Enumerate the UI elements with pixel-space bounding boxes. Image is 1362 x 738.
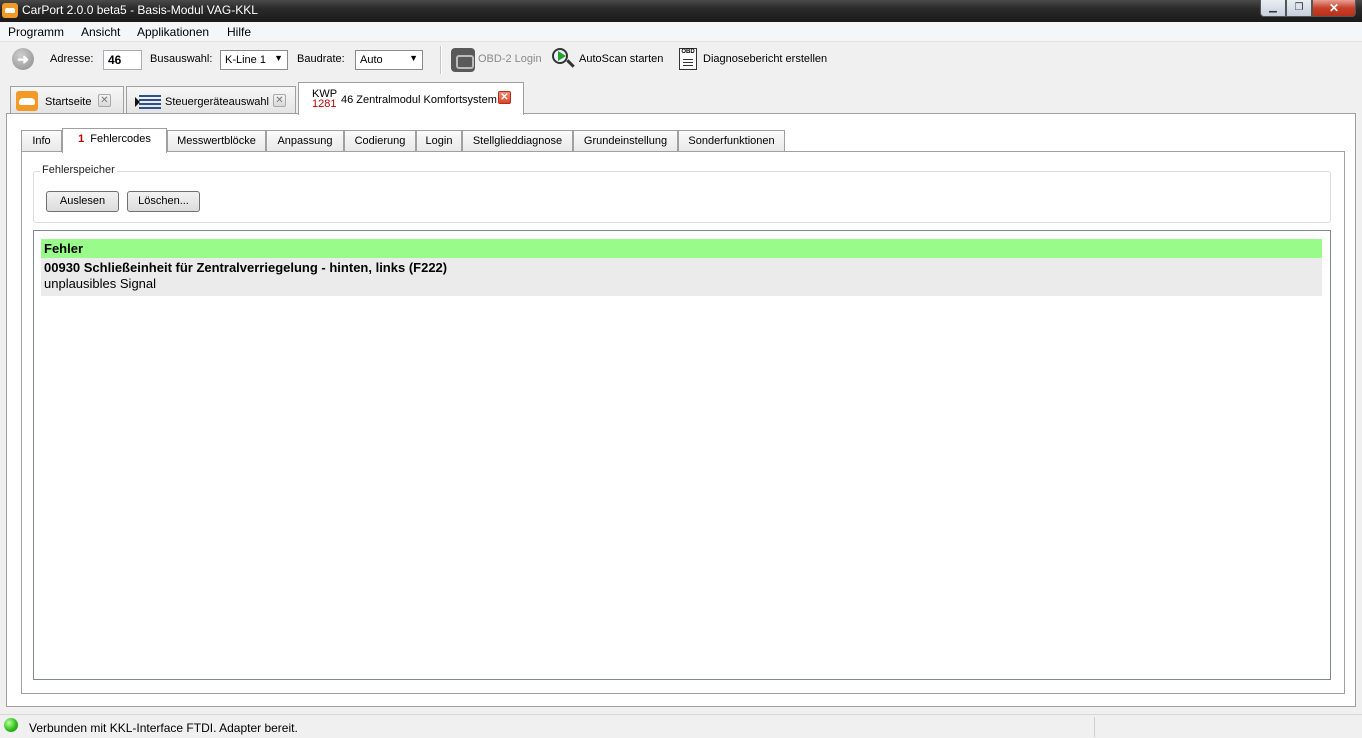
clear-faults-button[interactable]: Löschen... [127,191,200,212]
tab-zentralmodul[interactable]: KWP 1281 46 Zentralmodul Komfortsystem ✕ [298,82,524,115]
menu-applikationen[interactable]: Applikationen [137,25,209,39]
list-item[interactable]: 00930 Schließeinheit für Zentralverriege… [41,258,1322,296]
minimize-button[interactable]: ▁ [1260,0,1286,17]
window-title: CarPort 2.0.0 beta5 - Basis-Modul VAG-KK… [22,3,258,17]
tab-anpassung[interactable]: Anpassung [266,130,344,152]
autoscan-button[interactable]: AutoScan starten [579,53,663,65]
module-tab-strip: Startseite ✕ Steuergeräteauswahl ✕ KWP 1… [0,79,1362,115]
obd-login-button[interactable]: OBD-2 Login [478,53,542,65]
tab-info[interactable]: Info [21,130,62,152]
title-bar: CarPort 2.0.0 beta5 - Basis-Modul VAG-KK… [0,0,1362,22]
diagnosis-report-button[interactable]: Diagnosebericht erstellen [703,53,827,65]
results-header: Fehler [41,239,1322,258]
menu-programm[interactable]: Programm [8,25,64,39]
bus-label: Busauswahl: [150,53,213,65]
tab-stellglieddiagnose[interactable]: Stellglieddiagnose [462,130,573,152]
tab-codierung[interactable]: Codierung [344,130,416,152]
close-window-button[interactable]: ✕ [1312,0,1356,17]
tab-startseite[interactable]: Startseite ✕ [10,86,124,114]
menu-ansicht[interactable]: Ansicht [81,25,120,39]
close-tab-icon[interactable]: ✕ [498,91,511,104]
baud-label: Baudrate: [297,53,345,65]
fault-results-list: Fehler 00930 Schließeinheit für Zentralv… [33,230,1331,680]
autoscan-magnifier-icon [552,48,576,70]
toolbar: ➜ Adresse: 46 Busauswahl: K-Line 1 ▼ Bau… [0,43,1362,79]
tab-fehlercodes[interactable]: 1 Fehlercodes [62,128,167,153]
protocol-number: 1281 [312,98,337,110]
connect-arrow-icon[interactable]: ➜ [12,48,34,70]
report-document-icon: OBD [679,48,697,70]
tab-fehlercodes-label: Fehlercodes [90,133,151,145]
menu-hilfe[interactable]: Hilfe [227,25,251,39]
tab-steuergeraeteauswahl-label: Steuergeräteauswahl [165,96,269,108]
chevron-down-icon: ▼ [409,53,418,63]
close-tab-icon[interactable]: ✕ [98,94,111,107]
carport-app-icon [2,3,18,18]
address-input[interactable]: 46 [103,50,142,70]
fault-detail-text: unplausibles Signal [44,276,157,291]
fault-count-badge: 1 [78,133,85,145]
bus-select-value: K-Line 1 [225,54,266,66]
tab-sonderfunktionen[interactable]: Sonderfunktionen [678,130,785,152]
fault-memory-group: Fehlerspeicher Auslesen Löschen... [33,164,1331,223]
address-label: Adresse: [50,53,94,65]
connection-status-icon [4,718,18,732]
tab-messwertbloecke[interactable]: Messwertblöcke [167,130,266,152]
close-tab-icon[interactable]: ✕ [273,94,286,107]
maximize-button[interactable]: ❐ [1286,0,1312,17]
engine-icon [451,48,475,72]
tab-startseite-label: Startseite [45,96,92,108]
chevron-down-icon: ▼ [274,53,283,63]
bus-select[interactable]: K-Line 1 ▼ [220,50,288,70]
list-icon [135,95,161,109]
baud-select-value: Auto [360,54,383,66]
car-icon [16,91,38,111]
tab-steuergeraeteauswahl[interactable]: Steuergeräteauswahl ✕ [126,86,296,114]
module-panel: Info 1 Fehlercodes Messwertblöcke Anpassu… [6,113,1356,707]
status-bar: Verbunden mit KKL-Interface FTDI. Adapte… [0,714,1362,738]
status-text: Verbunden mit KKL-Interface FTDI. Adapte… [29,721,298,735]
tab-grundeinstellung[interactable]: Grundeinstellung [573,130,678,152]
baud-select[interactable]: Auto ▼ [355,50,423,70]
toolbar-separator [440,46,442,74]
read-faults-button[interactable]: Auslesen [46,191,119,212]
tab-zentralmodul-label: 46 Zentralmodul Komfortsystem [341,94,497,106]
tab-login[interactable]: Login [416,130,462,152]
fehlercodes-panel: Fehlerspeicher Auslesen Löschen... Fehle… [21,151,1345,694]
fault-code-text: 00930 Schließeinheit für Zentralverriege… [44,260,448,275]
fault-memory-title: Fehlerspeicher [40,164,117,176]
menu-bar: Programm Ansicht Applikationen Hilfe [0,22,1362,42]
status-separator [1094,717,1095,737]
